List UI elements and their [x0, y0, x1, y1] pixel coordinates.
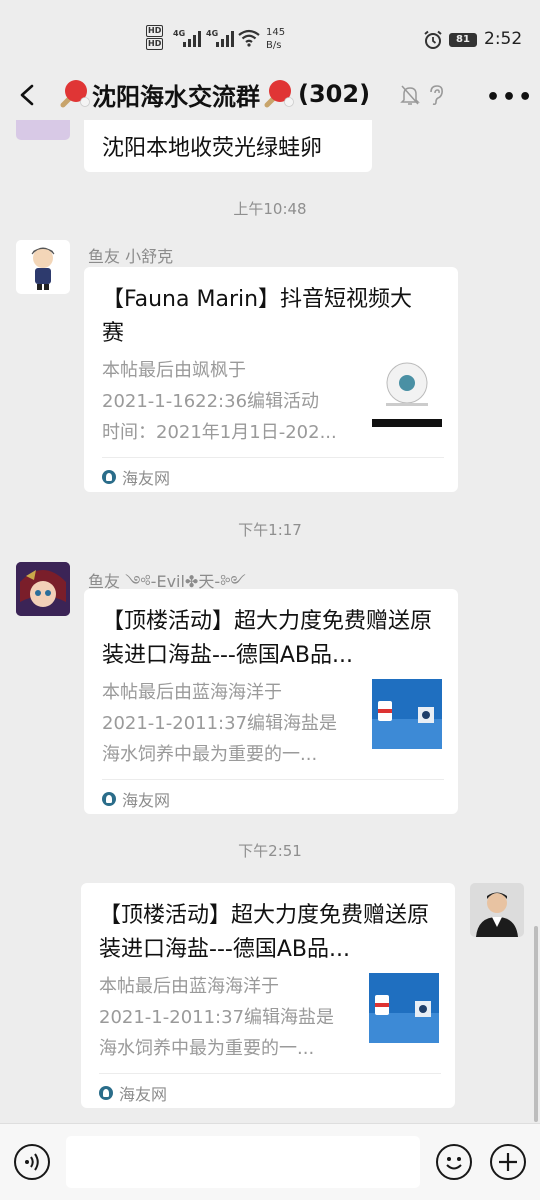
voice-icon: [25, 1153, 39, 1171]
card-description-line: 时间：2021年1月1日-202...: [102, 422, 337, 443]
alarm-icon: [424, 30, 442, 49]
timestamp: 下午2:51: [238, 842, 302, 860]
earpiece-icon: [430, 85, 443, 106]
card-description-line: 海水饲养中最为重要的一...: [99, 1038, 315, 1059]
status-bar: HD HD 4G 4G 145 B/s 81 2:52: [0, 0, 540, 72]
card-thumbnail: [372, 357, 442, 427]
card-source-label: 海友网: [119, 1085, 168, 1104]
voice-button[interactable]: [14, 1144, 50, 1180]
card-description-line: 本帖最后由飒枫于: [102, 360, 246, 381]
card-source: 海友网: [99, 1081, 167, 1105]
speed-unit: B/s: [266, 40, 282, 51]
ping-pong-icon: [60, 80, 90, 108]
signal-bars-2-icon: [216, 31, 234, 47]
card-description-line: 本帖最后由蓝海海洋于: [99, 976, 279, 997]
battery-indicator: 81: [449, 33, 477, 47]
hd-indicator: HD HD: [146, 25, 164, 51]
card-description-line: 2021-1-1622:36编辑活动: [102, 391, 320, 412]
network-speed: 145 B/s: [266, 26, 285, 52]
more-icon[interactable]: •••: [486, 85, 534, 110]
link-card-message[interactable]: 【顶楼活动】超大力度免费赠送原装进口海盐---德国AB品... 本帖最后由蓝海海…: [84, 589, 458, 814]
avatar[interactable]: [16, 562, 70, 616]
link-card-message[interactable]: 【顶楼活动】超大力度免费赠送原装进口海盐---德国AB品... 本帖最后由蓝海海…: [81, 883, 455, 1108]
avatar[interactable]: [16, 120, 70, 140]
link-card-message[interactable]: 【Fauna Marin】抖音短视频大赛 本帖最后由飒枫于 2021-1-162…: [84, 267, 458, 492]
chat-message-list[interactable]: 沈阳本地收荧光绿蛙卵 上午10:48 鱼友 小舒克 【Fauna Marin】抖…: [0, 120, 540, 1123]
card-source-label: 海友网: [122, 791, 171, 810]
mute-bell-icon: [400, 85, 420, 105]
avatar[interactable]: [470, 883, 524, 937]
clock: 2:52: [484, 29, 523, 49]
message-input[interactable]: [66, 1136, 420, 1188]
card-description-line: 海水饲养中最为重要的一...: [102, 744, 318, 765]
card-source: 海友网: [102, 787, 170, 811]
hd-badge-1: HD: [146, 25, 164, 37]
timestamp: 下午1:17: [238, 521, 302, 539]
chat-title: 沈阳海水交流群 (302): [56, 76, 370, 112]
wifi-icon: [238, 29, 260, 47]
card-thumbnail: [372, 679, 442, 749]
sender-name: 鱼友 小舒克: [88, 247, 174, 266]
card-title: 【Fauna Marin】抖音短视频大赛: [102, 287, 413, 346]
emoji-icon: [446, 1157, 462, 1170]
signal-bars-1-icon: [183, 31, 201, 47]
card-description-line: 2021-1-2011:37编辑海盐是: [99, 1007, 335, 1028]
hd-badge-2: HD: [146, 38, 164, 50]
card-source-label: 海友网: [122, 469, 171, 488]
member-count: (302): [298, 80, 371, 108]
card-title: 【顶楼活动】超大力度免费赠送原装进口海盐---德国AB品...: [99, 903, 429, 962]
haiyou-logo-icon: [99, 1086, 113, 1100]
plus-icon: [499, 1153, 517, 1171]
card-description-line: 本帖最后由蓝海海洋于: [102, 682, 282, 703]
haiyou-logo-icon: [102, 792, 116, 806]
haiyou-logo-icon: [102, 470, 116, 484]
card-thumbnail: [369, 973, 439, 1043]
card-divider: [102, 457, 444, 458]
card-title: 【顶楼活动】超大力度免费赠送原装进口海盐---德国AB品...: [102, 609, 432, 668]
speed-value: 145: [266, 27, 286, 38]
card-description-line: 2021-1-2011:37编辑海盐是: [102, 713, 338, 734]
message-text: 沈阳本地收荧光绿蛙卵: [102, 136, 323, 161]
message-input-bar: [0, 1123, 540, 1200]
chat-header: 沈阳海水交流群 (302) •••: [0, 72, 540, 120]
back-arrow-icon[interactable]: [14, 80, 42, 110]
ping-pong-icon: [264, 80, 294, 108]
avatar[interactable]: [16, 240, 70, 294]
card-divider: [102, 779, 444, 780]
emoji-button[interactable]: [436, 1144, 472, 1180]
plus-button[interactable]: [490, 1144, 526, 1180]
card-divider: [99, 1073, 441, 1074]
card-source: 海友网: [102, 465, 170, 489]
scrollbar[interactable]: [534, 926, 538, 1122]
text-message-bubble[interactable]: 沈阳本地收荧光绿蛙卵: [84, 120, 372, 172]
group-name: 沈阳海水交流群: [92, 82, 260, 111]
timestamp: 上午10:48: [233, 200, 307, 218]
